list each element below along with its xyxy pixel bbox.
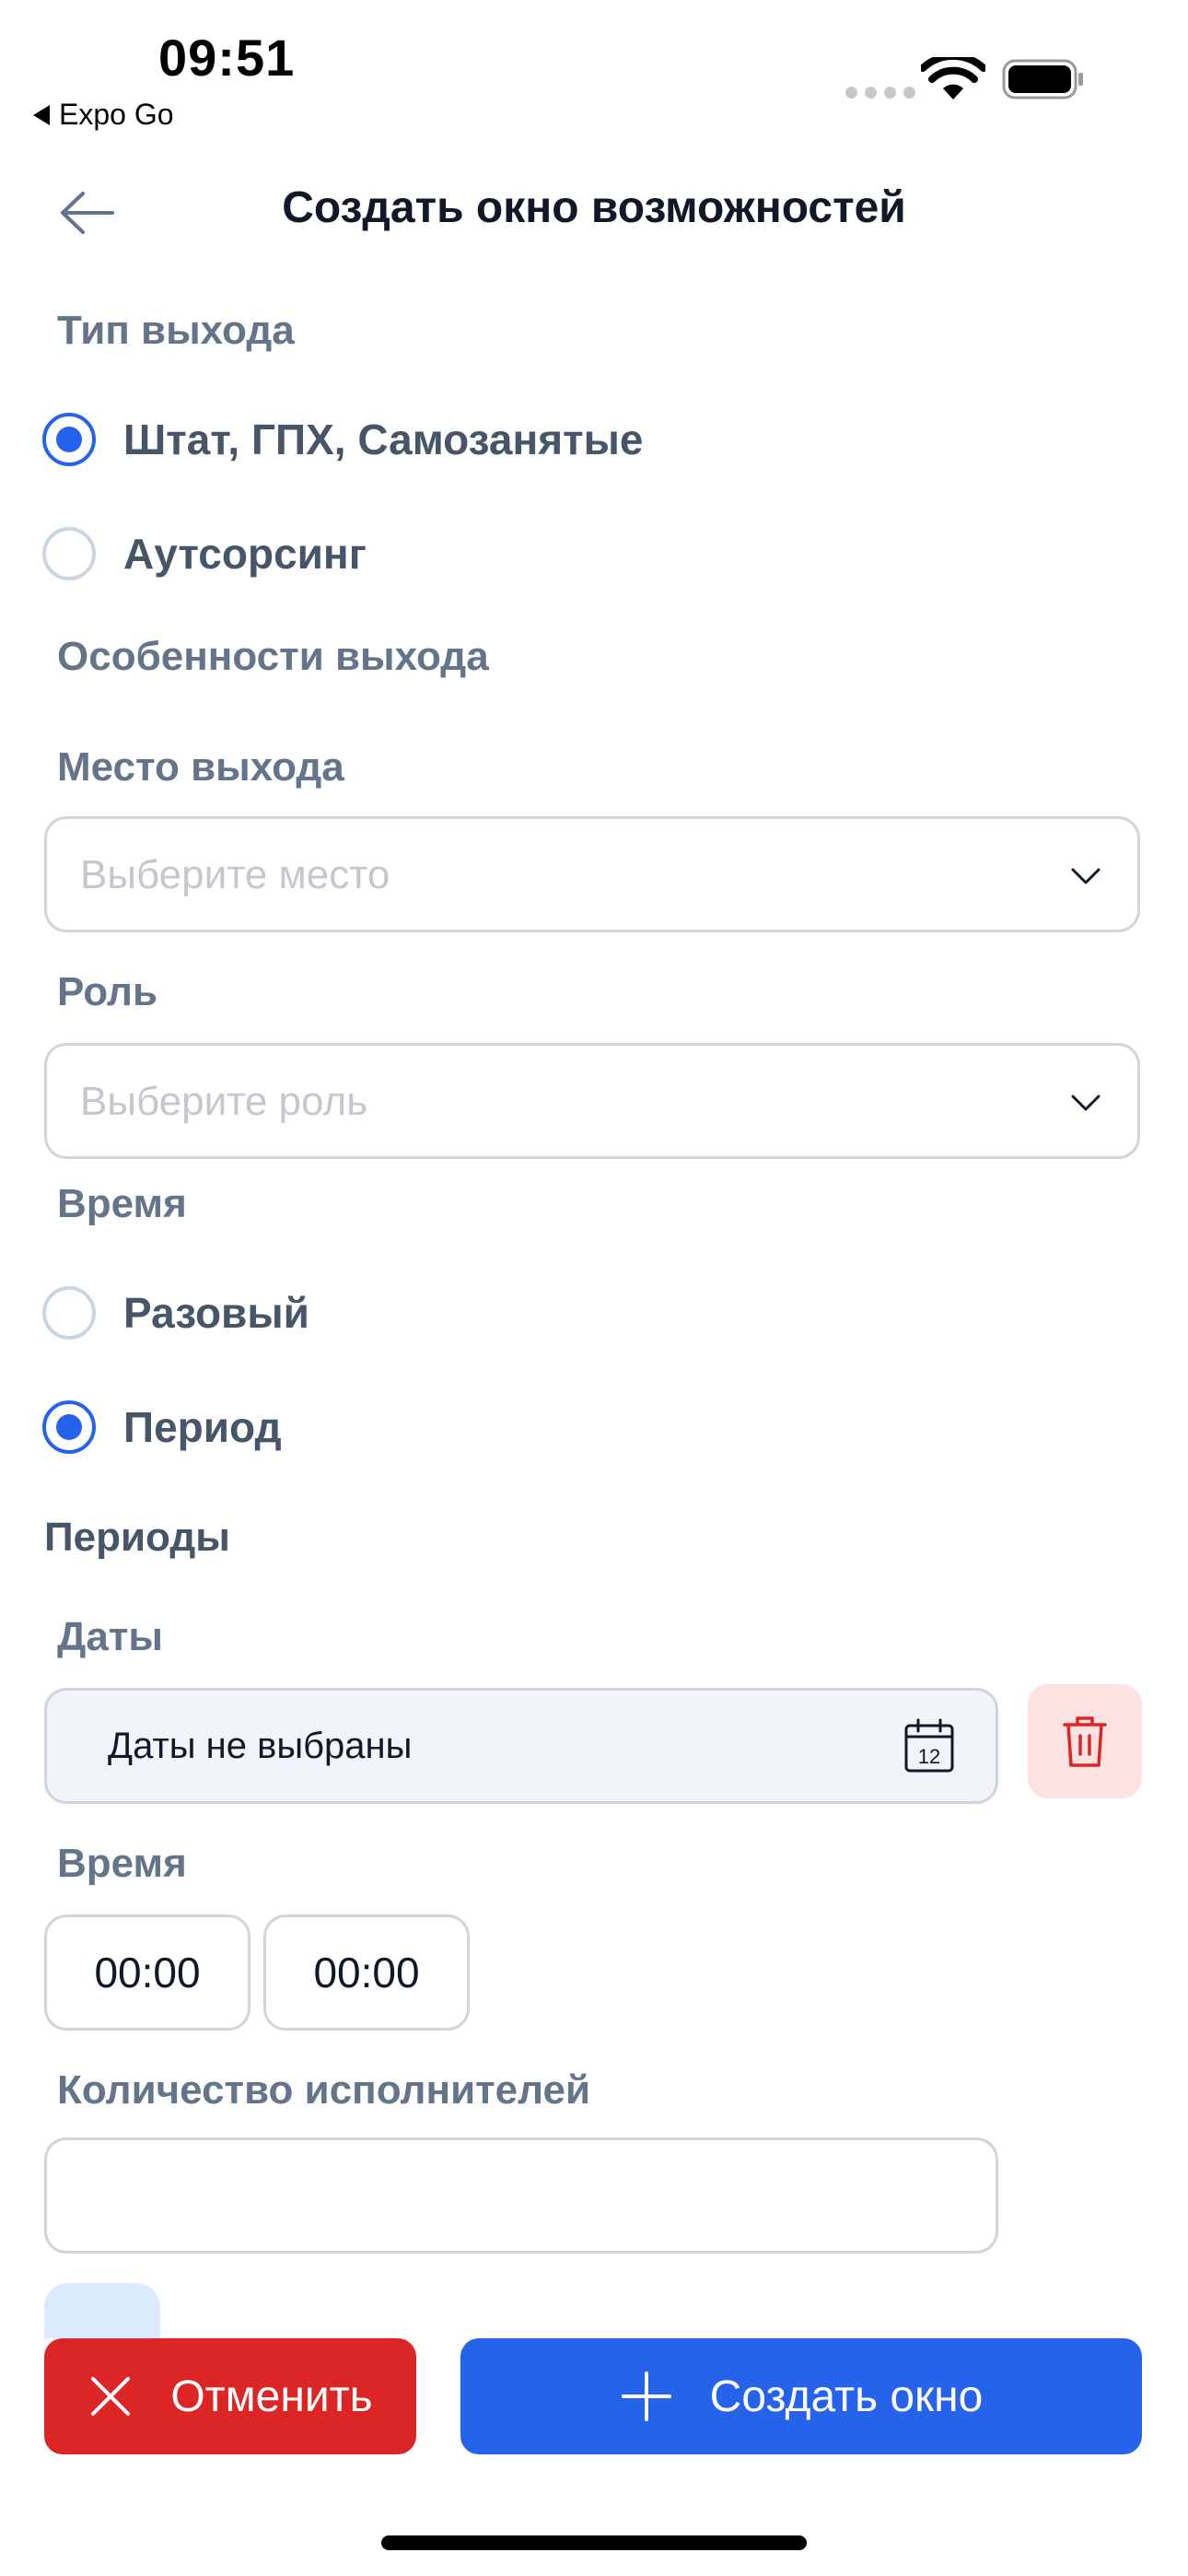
performers-count-input[interactable]	[44, 2137, 998, 2254]
cancel-button[interactable]: Отменить	[44, 2338, 416, 2454]
create-window-label: Создать окно	[709, 2371, 984, 2421]
place-label: Место выхода	[57, 744, 344, 790]
chevron-down-icon	[1071, 868, 1101, 884]
back-triangle-icon	[33, 104, 50, 125]
radio-button-selected[interactable]	[42, 1400, 96, 1454]
status-time: 09:51	[158, 29, 296, 87]
chevron-down-icon	[1071, 1095, 1101, 1111]
cancel-label: Отменить	[170, 2371, 373, 2421]
radio-button[interactable]	[42, 1286, 96, 1340]
date-range-field[interactable]: Даты не выбраны 12	[44, 1688, 998, 1804]
place-placeholder: Выберите место	[80, 852, 390, 897]
back-app-label: Expo Go	[59, 98, 174, 131]
radio-button[interactable]	[42, 527, 96, 580]
page-title: Создать окно возможностей	[282, 183, 906, 232]
role-label: Роль	[57, 969, 158, 1014]
time-mode-label: Время	[57, 1181, 187, 1226]
svg-text:12: 12	[918, 1745, 940, 1768]
date-range-value: Даты не выбраны	[108, 1726, 413, 1766]
place-select[interactable]: Выберите место	[44, 816, 1140, 932]
radio-option-outsourcing[interactable]: Аутсорсинг	[42, 527, 367, 580]
radio-option-staff[interactable]: Штат, ГПХ, Самозанятые	[42, 413, 644, 466]
home-indicator[interactable]	[381, 2535, 807, 2550]
exit-features-label: Особенности выхода	[57, 634, 489, 679]
back-to-app-link[interactable]: Expo Go	[33, 98, 174, 132]
periods-title: Периоды	[44, 1515, 230, 1560]
delete-period-button[interactable]	[1028, 1684, 1142, 1798]
battery-icon	[1002, 59, 1083, 100]
radio-option-single[interactable]: Разовый	[42, 1286, 309, 1340]
wifi-icon	[921, 57, 985, 100]
plus-icon	[621, 2371, 671, 2421]
radio-label: Период	[123, 1403, 282, 1451]
add-period-button[interactable]	[44, 2283, 160, 2338]
radio-option-period[interactable]: Период	[42, 1400, 282, 1454]
cellular-signal-icon	[845, 87, 915, 99]
time-from-input[interactable]: 00:00	[44, 1914, 250, 2031]
time-to-input[interactable]: 00:00	[263, 1914, 470, 2031]
create-window-button[interactable]: Создать окно	[460, 2338, 1142, 2454]
radio-label: Штат, ГПХ, Самозанятые	[123, 416, 644, 463]
radio-button-selected[interactable]	[42, 413, 96, 466]
radio-label: Аутсорсинг	[123, 530, 367, 578]
role-placeholder: Выберите роль	[80, 1079, 368, 1124]
dates-label: Даты	[57, 1614, 163, 1659]
period-time-label: Время	[57, 1841, 187, 1886]
trash-icon	[1063, 1716, 1107, 1767]
calendar-icon: 12	[904, 1718, 954, 1773]
role-select[interactable]: Выберите роль	[44, 1043, 1140, 1159]
radio-label: Разовый	[123, 1289, 309, 1337]
exit-type-label: Тип выхода	[57, 308, 295, 353]
performers-count-label: Количество исполнителей	[57, 2067, 591, 2113]
close-icon	[91, 2377, 131, 2416]
